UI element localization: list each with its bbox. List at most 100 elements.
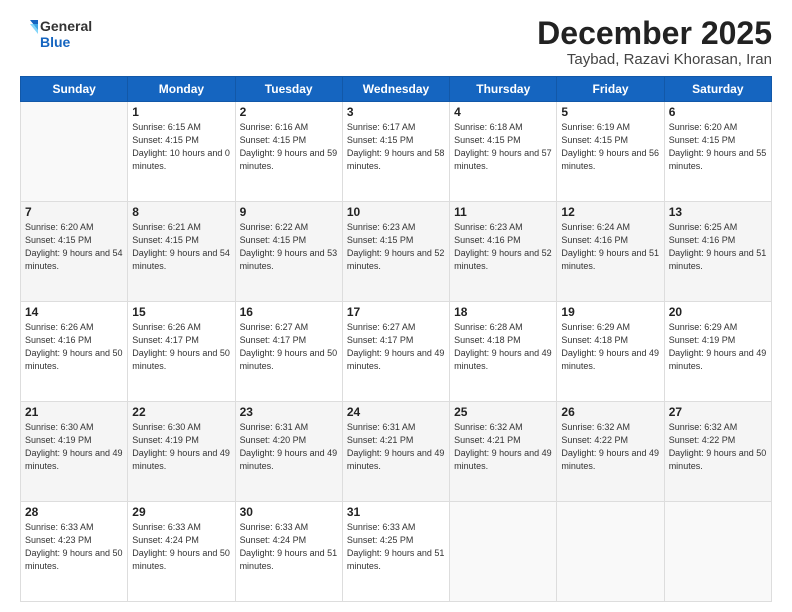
day-number: 21 (25, 405, 123, 419)
day-number: 1 (132, 105, 230, 119)
week-row-1: 1 Sunrise: 6:15 AMSunset: 4:15 PMDayligh… (21, 102, 772, 202)
calendar-cell: 10 Sunrise: 6:23 AMSunset: 4:15 PMDaylig… (342, 202, 449, 302)
day-info: Sunrise: 6:31 AMSunset: 4:21 PMDaylight:… (347, 422, 445, 471)
day-info: Sunrise: 6:19 AMSunset: 4:15 PMDaylight:… (561, 122, 659, 171)
calendar-cell (664, 502, 771, 602)
calendar-cell: 28 Sunrise: 6:33 AMSunset: 4:23 PMDaylig… (21, 502, 128, 602)
week-row-4: 21 Sunrise: 6:30 AMSunset: 4:19 PMDaylig… (21, 402, 772, 502)
day-number: 5 (561, 105, 659, 119)
day-info: Sunrise: 6:33 AMSunset: 4:24 PMDaylight:… (132, 522, 230, 571)
calendar-cell: 1 Sunrise: 6:15 AMSunset: 4:15 PMDayligh… (128, 102, 235, 202)
day-number: 19 (561, 305, 659, 319)
day-info: Sunrise: 6:32 AMSunset: 4:22 PMDaylight:… (561, 422, 659, 471)
day-number: 29 (132, 505, 230, 519)
day-number: 2 (240, 105, 338, 119)
col-header-sunday: Sunday (21, 77, 128, 102)
week-row-2: 7 Sunrise: 6:20 AMSunset: 4:15 PMDayligh… (21, 202, 772, 302)
day-info: Sunrise: 6:32 AMSunset: 4:22 PMDaylight:… (669, 422, 767, 471)
header: General Blue December 2025 Taybad, Razav… (20, 16, 772, 68)
calendar-cell: 11 Sunrise: 6:23 AMSunset: 4:16 PMDaylig… (450, 202, 557, 302)
day-number: 20 (669, 305, 767, 319)
day-number: 13 (669, 205, 767, 219)
calendar-cell (557, 502, 664, 602)
calendar-cell: 21 Sunrise: 6:30 AMSunset: 4:19 PMDaylig… (21, 402, 128, 502)
day-info: Sunrise: 6:16 AMSunset: 4:15 PMDaylight:… (240, 122, 338, 171)
day-info: Sunrise: 6:15 AMSunset: 4:15 PMDaylight:… (132, 122, 230, 171)
col-header-thursday: Thursday (450, 77, 557, 102)
calendar-table: SundayMondayTuesdayWednesdayThursdayFrid… (20, 76, 772, 602)
day-info: Sunrise: 6:29 AMSunset: 4:19 PMDaylight:… (669, 322, 767, 371)
calendar-cell: 13 Sunrise: 6:25 AMSunset: 4:16 PMDaylig… (664, 202, 771, 302)
day-info: Sunrise: 6:28 AMSunset: 4:18 PMDaylight:… (454, 322, 552, 371)
calendar-cell: 29 Sunrise: 6:33 AMSunset: 4:24 PMDaylig… (128, 502, 235, 602)
day-info: Sunrise: 6:20 AMSunset: 4:15 PMDaylight:… (25, 222, 123, 271)
day-number: 15 (132, 305, 230, 319)
page: General Blue December 2025 Taybad, Razav… (0, 0, 792, 612)
calendar-cell: 4 Sunrise: 6:18 AMSunset: 4:15 PMDayligh… (450, 102, 557, 202)
logo: General Blue (20, 16, 92, 52)
day-number: 27 (669, 405, 767, 419)
calendar-cell: 6 Sunrise: 6:20 AMSunset: 4:15 PMDayligh… (664, 102, 771, 202)
logo-bird-icon (20, 16, 38, 52)
day-info: Sunrise: 6:30 AMSunset: 4:19 PMDaylight:… (132, 422, 230, 471)
calendar-header-row: SundayMondayTuesdayWednesdayThursdayFrid… (21, 77, 772, 102)
day-info: Sunrise: 6:26 AMSunset: 4:16 PMDaylight:… (25, 322, 123, 371)
day-number: 4 (454, 105, 552, 119)
calendar-cell: 20 Sunrise: 6:29 AMSunset: 4:19 PMDaylig… (664, 302, 771, 402)
calendar-cell: 19 Sunrise: 6:29 AMSunset: 4:18 PMDaylig… (557, 302, 664, 402)
calendar-cell: 5 Sunrise: 6:19 AMSunset: 4:15 PMDayligh… (557, 102, 664, 202)
col-header-tuesday: Tuesday (235, 77, 342, 102)
day-info: Sunrise: 6:23 AMSunset: 4:16 PMDaylight:… (454, 222, 552, 271)
day-info: Sunrise: 6:32 AMSunset: 4:21 PMDaylight:… (454, 422, 552, 471)
day-number: 17 (347, 305, 445, 319)
calendar-cell: 31 Sunrise: 6:33 AMSunset: 4:25 PMDaylig… (342, 502, 449, 602)
day-number: 26 (561, 405, 659, 419)
day-number: 30 (240, 505, 338, 519)
day-number: 23 (240, 405, 338, 419)
calendar-cell: 9 Sunrise: 6:22 AMSunset: 4:15 PMDayligh… (235, 202, 342, 302)
calendar-cell: 23 Sunrise: 6:31 AMSunset: 4:20 PMDaylig… (235, 402, 342, 502)
title-block: December 2025 Taybad, Razavi Khorasan, I… (537, 16, 772, 68)
day-info: Sunrise: 6:21 AMSunset: 4:15 PMDaylight:… (132, 222, 230, 271)
day-number: 31 (347, 505, 445, 519)
calendar-cell: 7 Sunrise: 6:20 AMSunset: 4:15 PMDayligh… (21, 202, 128, 302)
day-info: Sunrise: 6:31 AMSunset: 4:20 PMDaylight:… (240, 422, 338, 471)
day-number: 18 (454, 305, 552, 319)
day-info: Sunrise: 6:33 AMSunset: 4:25 PMDaylight:… (347, 522, 445, 571)
day-number: 8 (132, 205, 230, 219)
calendar-cell: 3 Sunrise: 6:17 AMSunset: 4:15 PMDayligh… (342, 102, 449, 202)
col-header-saturday: Saturday (664, 77, 771, 102)
day-info: Sunrise: 6:23 AMSunset: 4:15 PMDaylight:… (347, 222, 445, 271)
day-info: Sunrise: 6:18 AMSunset: 4:15 PMDaylight:… (454, 122, 552, 171)
week-row-3: 14 Sunrise: 6:26 AMSunset: 4:16 PMDaylig… (21, 302, 772, 402)
page-title: December 2025 (537, 16, 772, 51)
calendar-cell: 2 Sunrise: 6:16 AMSunset: 4:15 PMDayligh… (235, 102, 342, 202)
day-info: Sunrise: 6:24 AMSunset: 4:16 PMDaylight:… (561, 222, 659, 271)
col-header-monday: Monday (128, 77, 235, 102)
day-number: 22 (132, 405, 230, 419)
calendar-cell: 22 Sunrise: 6:30 AMSunset: 4:19 PMDaylig… (128, 402, 235, 502)
day-number: 10 (347, 205, 445, 219)
day-info: Sunrise: 6:29 AMSunset: 4:18 PMDaylight:… (561, 322, 659, 371)
calendar-cell: 27 Sunrise: 6:32 AMSunset: 4:22 PMDaylig… (664, 402, 771, 502)
day-info: Sunrise: 6:17 AMSunset: 4:15 PMDaylight:… (347, 122, 445, 171)
col-header-friday: Friday (557, 77, 664, 102)
day-info: Sunrise: 6:33 AMSunset: 4:23 PMDaylight:… (25, 522, 123, 571)
calendar-cell: 26 Sunrise: 6:32 AMSunset: 4:22 PMDaylig… (557, 402, 664, 502)
day-number: 24 (347, 405, 445, 419)
day-info: Sunrise: 6:30 AMSunset: 4:19 PMDaylight:… (25, 422, 123, 471)
day-number: 12 (561, 205, 659, 219)
day-info: Sunrise: 6:27 AMSunset: 4:17 PMDaylight:… (240, 322, 338, 371)
calendar-cell: 25 Sunrise: 6:32 AMSunset: 4:21 PMDaylig… (450, 402, 557, 502)
col-header-wednesday: Wednesday (342, 77, 449, 102)
calendar-cell: 17 Sunrise: 6:27 AMSunset: 4:17 PMDaylig… (342, 302, 449, 402)
day-info: Sunrise: 6:26 AMSunset: 4:17 PMDaylight:… (132, 322, 230, 371)
day-number: 25 (454, 405, 552, 419)
calendar-cell: 18 Sunrise: 6:28 AMSunset: 4:18 PMDaylig… (450, 302, 557, 402)
day-number: 28 (25, 505, 123, 519)
day-info: Sunrise: 6:22 AMSunset: 4:15 PMDaylight:… (240, 222, 338, 271)
calendar-cell: 30 Sunrise: 6:33 AMSunset: 4:24 PMDaylig… (235, 502, 342, 602)
day-info: Sunrise: 6:33 AMSunset: 4:24 PMDaylight:… (240, 522, 338, 571)
day-number: 7 (25, 205, 123, 219)
page-subtitle: Taybad, Razavi Khorasan, Iran (537, 51, 772, 68)
